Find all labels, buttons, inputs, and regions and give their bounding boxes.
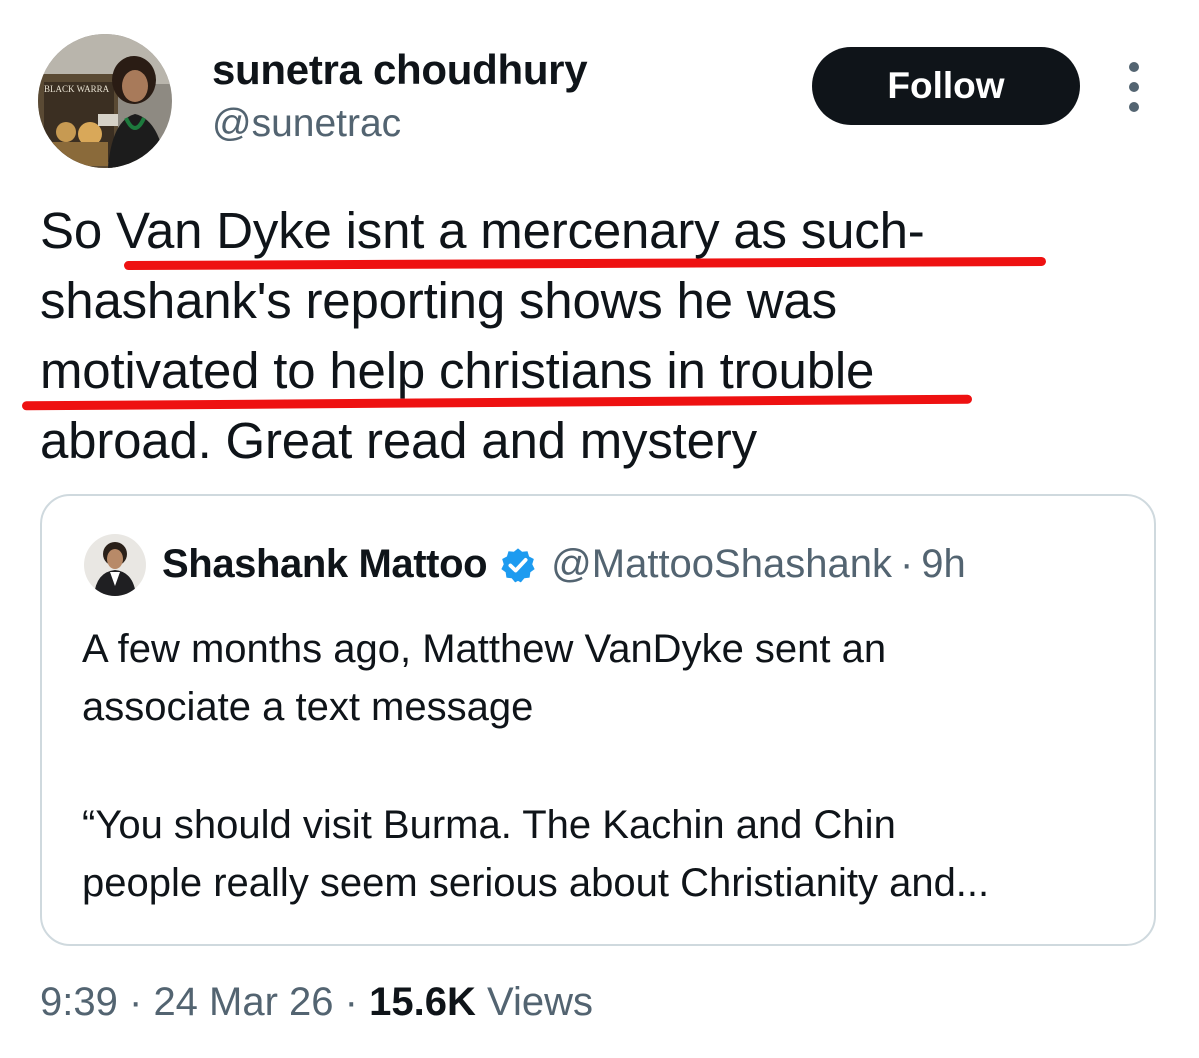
tweet-page: BLACK WARRA sunetra choudhury @sunetrac …	[0, 0, 1199, 1058]
author-name[interactable]: sunetra choudhury	[212, 46, 588, 94]
tweet-time[interactable]: 9:39	[40, 980, 118, 1024]
tweet-meta: 9:39 · 24 Mar 26 · 15.6K Views	[40, 980, 593, 1025]
views-count[interactable]: 15.6K	[369, 980, 476, 1024]
quote-line: A few months ago, Matthew VanDyke sent a…	[82, 627, 887, 671]
quoted-author-name[interactable]: Shashank Mattoo	[162, 542, 488, 587]
author-avatar-image: BLACK WARRA	[38, 34, 172, 168]
tweet-line: motivated to help christians in trouble	[40, 342, 875, 399]
views-label: Views	[487, 980, 593, 1024]
tweet-line: abroad. Great read and mystery	[40, 412, 757, 469]
tweet-date[interactable]: 24 Mar 26	[153, 980, 333, 1024]
quoted-tweet-header: Shashank Mattoo @MattooShashank · 9h	[162, 542, 966, 587]
dot	[1129, 102, 1139, 112]
avatar-poster-text: BLACK WARRA	[44, 84, 110, 94]
author-handle[interactable]: @sunetrac	[212, 102, 401, 146]
quoted-tweet-card[interactable]: Shashank Mattoo @MattooShashank · 9h A f…	[40, 494, 1156, 946]
separator-dot: ·	[344, 980, 358, 1024]
verified-badge-icon	[501, 547, 535, 582]
follow-button[interactable]: Follow	[812, 47, 1080, 125]
author-avatar[interactable]: BLACK WARRA	[38, 34, 172, 168]
quoted-tweet-time[interactable]: 9h	[921, 542, 966, 587]
separator-dot: ·	[128, 980, 143, 1024]
quote-line: people really seem serious about Christi…	[82, 861, 990, 905]
tweet-line: shashank's reporting shows he was	[40, 272, 837, 329]
quoted-avatar-image	[84, 534, 146, 596]
quoted-tweet-text: A few months ago, Matthew VanDyke sent a…	[82, 620, 1142, 912]
dot	[1129, 62, 1139, 72]
quoted-author-avatar[interactable]	[84, 534, 146, 596]
dot	[1129, 82, 1139, 92]
separator-dot: ·	[899, 542, 914, 586]
quote-line: “You should visit Burma. The Kachin and …	[82, 803, 896, 847]
quote-line: associate a text message	[82, 685, 534, 729]
more-vertical-icon[interactable]	[1116, 62, 1152, 112]
tweet-text: So Van Dyke isnt a mercenary as such- sh…	[40, 196, 1170, 476]
tweet-line: So Van Dyke isnt a mercenary as such-	[40, 202, 925, 259]
quoted-author-handle[interactable]: @MattooShashank	[551, 542, 892, 587]
